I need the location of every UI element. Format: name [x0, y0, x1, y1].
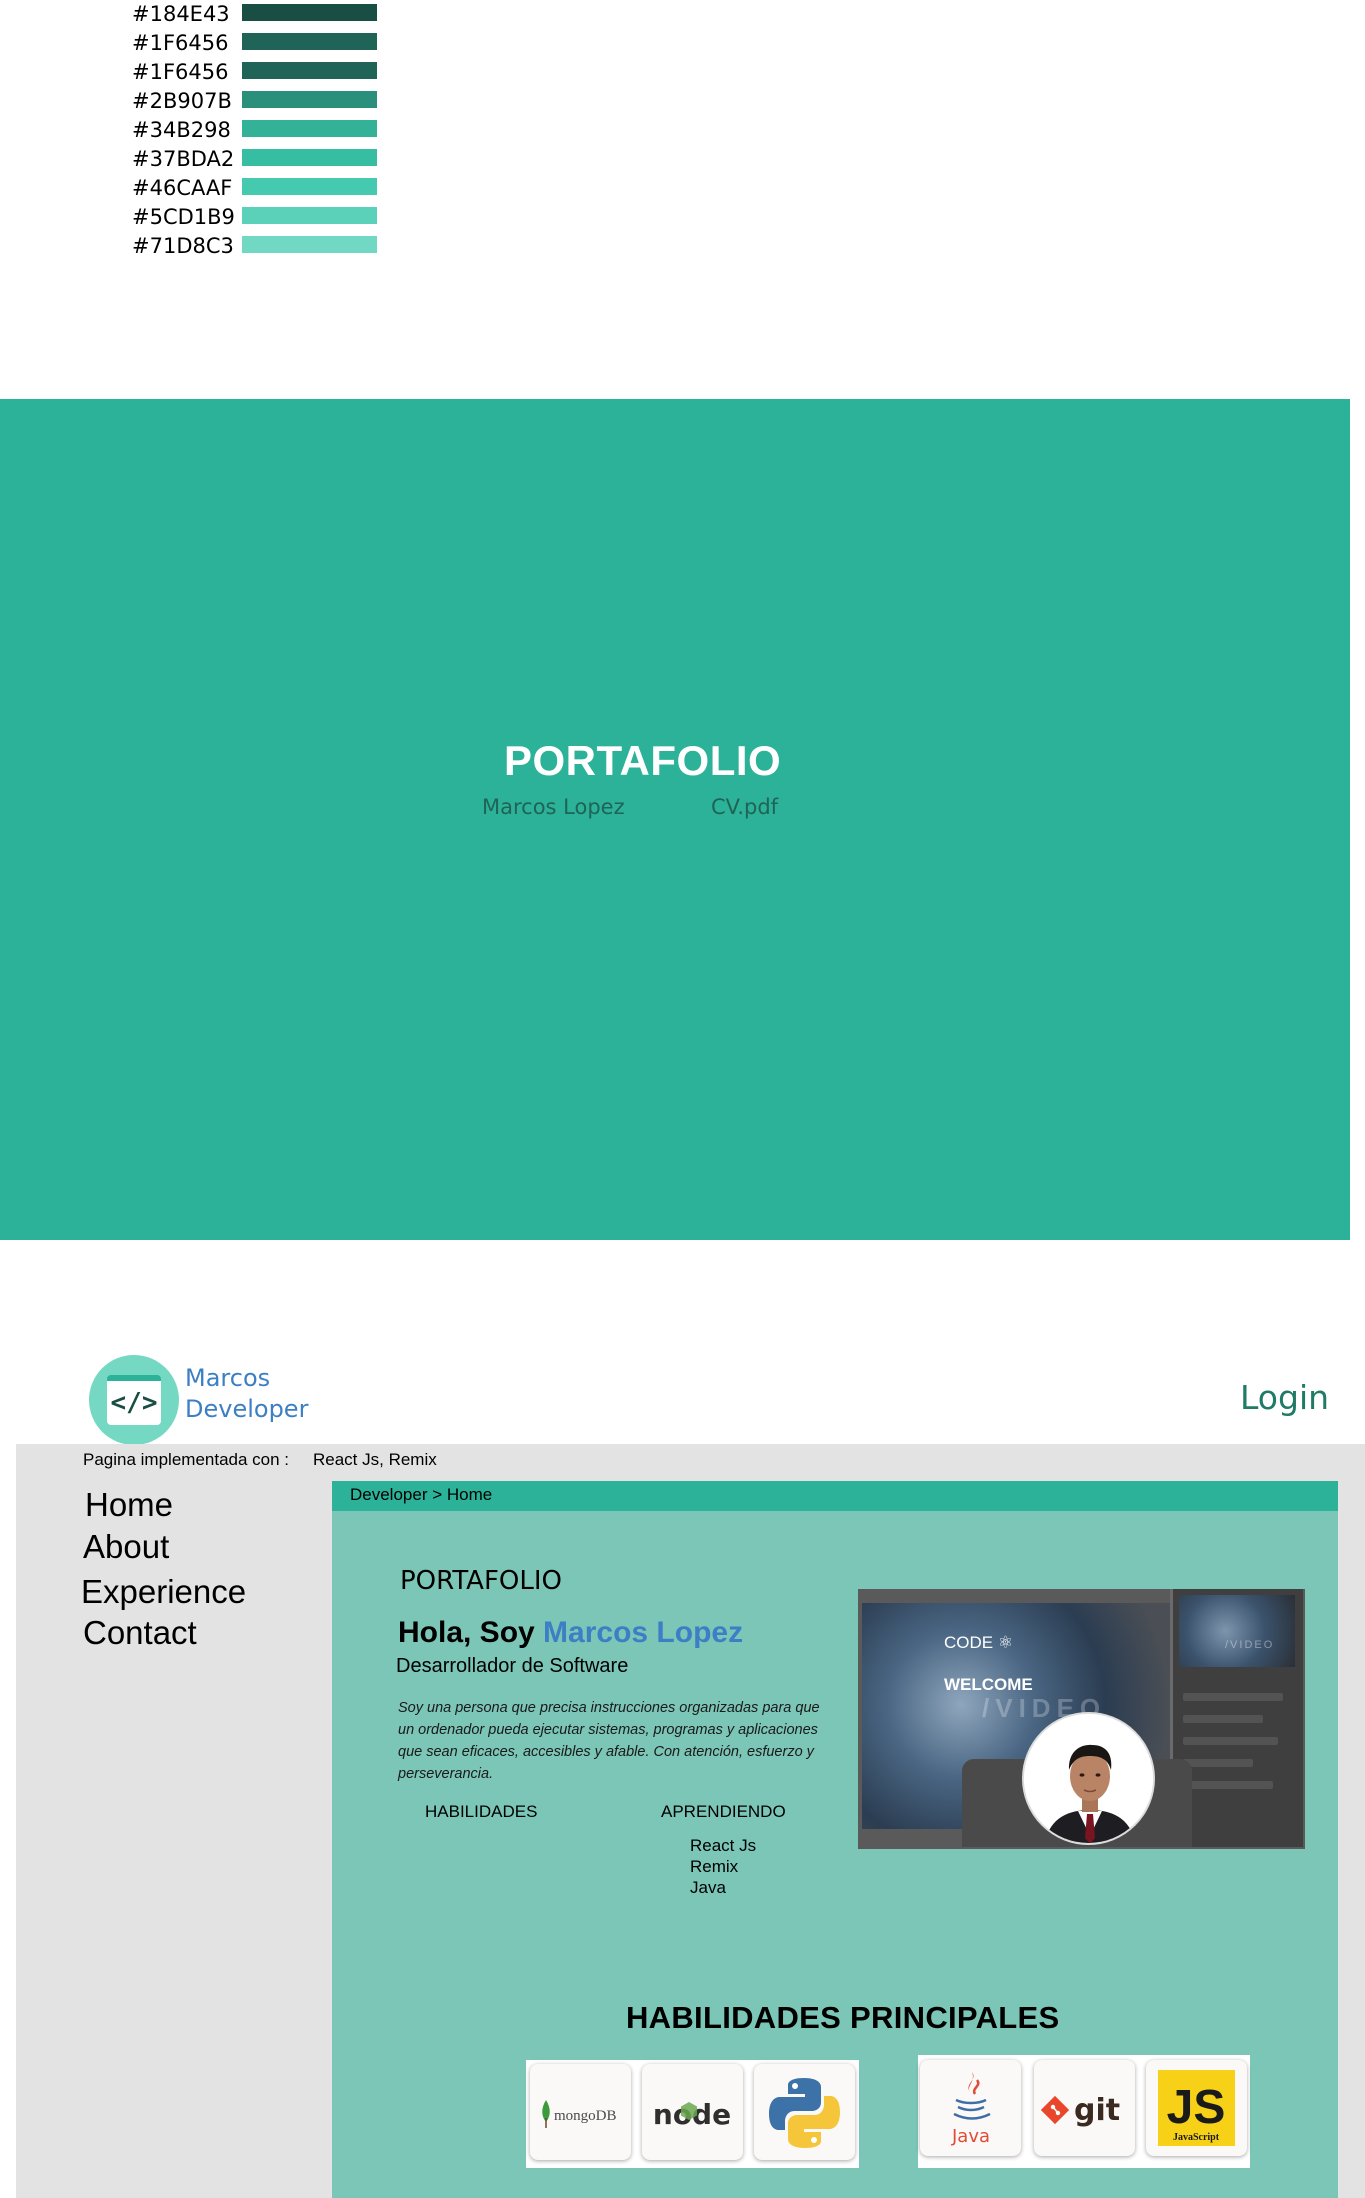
nav-about[interactable]: About: [83, 1528, 169, 1566]
greeting-heading: Hola, Soy Marcos Lopez: [398, 1616, 743, 1650]
greeting-prefix: Hola, Soy: [398, 1616, 544, 1649]
implementation-label: Pagina implementada con :: [83, 1450, 290, 1469]
git-text: git: [1074, 2093, 1120, 2128]
learning-label[interactable]: APRENDIENDO: [661, 1802, 786, 1822]
hero-title: PORTAFOLIO: [504, 737, 782, 784]
mongodb-logo[interactable]: mongoDB: [530, 2064, 631, 2160]
swatch-color-bar: [242, 91, 377, 108]
role-subtitle: Desarrollador de Software: [396, 1655, 629, 1677]
brand-subtitle: Developer: [185, 1395, 309, 1423]
palette-swatch: #34B298: [132, 116, 392, 145]
java-text: Java: [951, 2126, 990, 2147]
palette-swatch: #1F6456: [132, 29, 392, 58]
python-logo[interactable]: [754, 2064, 855, 2160]
learning-item: Java: [690, 1878, 726, 1897]
mock-line: [1183, 1737, 1278, 1745]
swatch-color-bar: [242, 178, 377, 195]
code-window-icon: </>: [107, 1375, 161, 1425]
main-skills-title: HABILIDADES PRINCIPALES: [626, 2000, 1060, 2035]
learning-item: React Js: [690, 1836, 757, 1855]
brand-name: Marcos: [185, 1364, 271, 1392]
palette-swatch: #71D8C3: [132, 232, 392, 261]
javascript-text: JavaScript: [1173, 2132, 1220, 2143]
section-title: PORTAFOLIO: [400, 1566, 563, 1596]
mock-line: [1183, 1715, 1263, 1723]
nav-contact[interactable]: Contact: [83, 1614, 197, 1652]
palette-swatch: #46CAAF: [132, 174, 392, 203]
mock-code-text: CODE ⚛: [944, 1633, 1014, 1652]
palette-swatch: #184E43: [132, 0, 392, 29]
nav-experience[interactable]: Experience: [81, 1573, 246, 1611]
swatch-color-bar: [242, 207, 377, 224]
javascript-logo[interactable]: JS JavaScript: [1146, 2060, 1247, 2156]
swatch-label: #1F6456: [132, 31, 229, 55]
skills-label[interactable]: HABILIDADES: [425, 1802, 537, 1822]
palette-swatch: #1F6456: [132, 58, 392, 87]
palette-swatch: #37BDA2: [132, 145, 392, 174]
swatch-label: #71D8C3: [132, 234, 234, 258]
mock-line: [1183, 1759, 1253, 1767]
palette-swatch: #5CD1B9: [132, 203, 392, 232]
palette-swatch: #2B907B: [132, 87, 392, 116]
swatch-color-bar: [242, 33, 377, 50]
learning-item: Remix: [690, 1857, 739, 1876]
avatar: [1022, 1712, 1155, 1845]
swatch-color-bar: [242, 149, 377, 166]
swatch-label: #184E43: [132, 2, 230, 26]
java-logo[interactable]: Java: [920, 2060, 1021, 2156]
swatch-label: #2B907B: [132, 89, 232, 113]
mock-welcome-text: WELCOME: [944, 1675, 1033, 1694]
swatch-label: #5CD1B9: [132, 205, 235, 229]
swatch-color-bar: [242, 4, 377, 21]
mock-line: [1183, 1781, 1273, 1789]
implementation-value: React Js, Remix: [313, 1450, 437, 1469]
hero-author-name: Marcos Lopez: [482, 795, 625, 819]
mock-thumb-text: /VIDEO: [1225, 1639, 1275, 1651]
swatch-label: #34B298: [132, 118, 231, 142]
git-logo[interactable]: git: [1034, 2060, 1135, 2156]
swatch-label: #1F6456: [132, 60, 229, 84]
node-logo[interactable]: node: [642, 2064, 743, 2160]
breadcrumb: Developer > Home: [350, 1485, 493, 1504]
nav-home[interactable]: Home: [85, 1486, 173, 1524]
mock-line: [1183, 1693, 1283, 1701]
mongodb-text: mongoDB: [554, 2108, 617, 2124]
swatch-color-bar: [242, 62, 377, 79]
cv-download-link[interactable]: CV.pdf: [711, 795, 778, 819]
swatch-color-bar: [242, 120, 377, 137]
swatch-label: #46CAAF: [132, 176, 233, 200]
swatch-label: #37BDA2: [132, 147, 235, 171]
js-text: JS: [1167, 2081, 1226, 2134]
hero-banner: PORTAFOLIO Marcos Lopez CV.pdf: [0, 399, 1350, 1240]
bio-text: Soy una persona que precisa instruccione…: [398, 1700, 820, 1782]
color-palette: #184E43 #1F6456 #1F6456 #2B907B #34B298 #37BD…: [132, 0, 392, 261]
greeting-name: Marcos Lopez: [543, 1616, 744, 1649]
login-link[interactable]: Login: [1240, 1378, 1329, 1417]
swatch-color-bar: [242, 236, 377, 253]
mock-thumbnail: /VIDEO: [1179, 1595, 1295, 1667]
